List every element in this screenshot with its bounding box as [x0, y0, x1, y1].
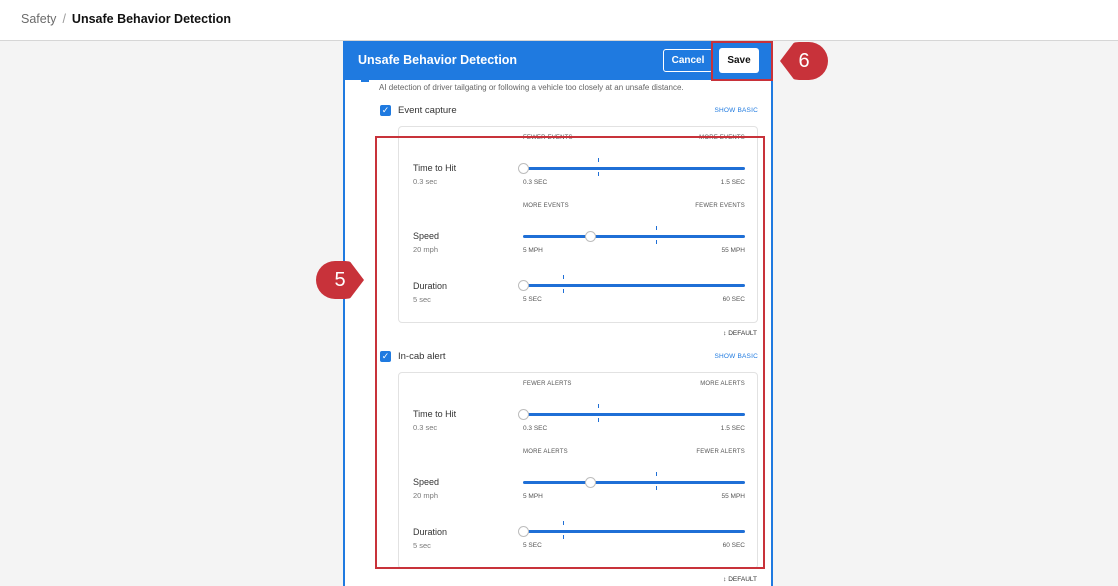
event-capture-header: ✓ Event capture SHOW BASIC	[380, 105, 760, 119]
modal-title: Unsafe Behavior Detection	[358, 53, 518, 67]
breadcrumb: Safety / Unsafe Behavior Detection	[21, 12, 231, 26]
modal-header: Unsafe Behavior Detection Cancel Save	[345, 41, 771, 80]
top-bar: Safety / Unsafe Behavior Detection	[0, 0, 1118, 41]
event-capture-show-basic-link[interactable]: SHOW BASIC	[714, 107, 758, 114]
callout-highlight-sliders	[375, 136, 765, 569]
in-cab-alert-default-link[interactable]: ↕ DEFAULT	[723, 576, 757, 583]
reset-icon: ↕	[723, 576, 727, 583]
event-capture-label: Event capture	[398, 105, 457, 116]
breadcrumb-current: Unsafe Behavior Detection	[71, 12, 231, 26]
callout-badge-6: 6	[780, 42, 828, 80]
feature-description: AI detection of driver tailgating or fol…	[379, 83, 684, 92]
partial-checkbox[interactable]	[361, 78, 369, 82]
breadcrumb-separator: /	[62, 12, 66, 26]
callout-highlight-save	[711, 41, 773, 81]
default-label: DEFAULT	[728, 576, 757, 583]
cancel-button[interactable]: Cancel	[663, 49, 713, 72]
breadcrumb-safety[interactable]: Safety	[21, 12, 56, 26]
event-capture-checkbox[interactable]: ✓	[380, 105, 391, 116]
